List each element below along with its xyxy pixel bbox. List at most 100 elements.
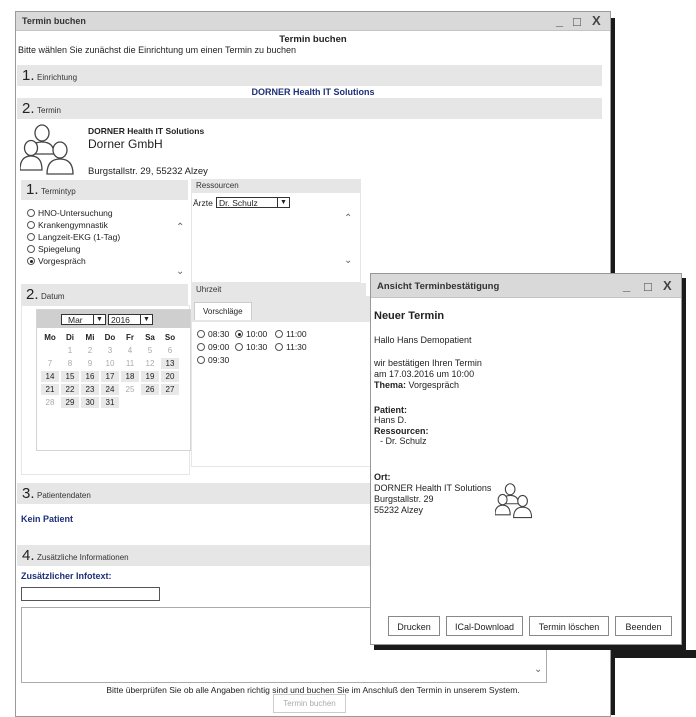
infotext-input[interactable]: [21, 587, 160, 601]
weekday-header: Do: [104, 333, 116, 342]
calendar-day-empty: [41, 345, 59, 356]
calendar-day-available[interactable]: 17: [101, 371, 119, 382]
calendar-day-available[interactable]: 31: [101, 397, 119, 408]
radio-icon: [27, 221, 35, 229]
scroll-up-icon[interactable]: ⌃: [344, 213, 352, 224]
time-slot[interactable]: 10:30: [235, 341, 275, 353]
radio-icon: [275, 343, 283, 351]
time-slot[interactable]: 09:30: [197, 354, 229, 366]
calendar-day-available[interactable]: 23: [81, 384, 99, 395]
calendar-day-empty: [161, 397, 179, 408]
time-slot[interactable]: 09:00: [197, 341, 235, 353]
titlebar: Termin buchen _ □ X: [16, 12, 610, 31]
aerzte-select[interactable]: Dr. Schulz ▼: [216, 197, 290, 208]
dialog-heading: Neuer Termin: [374, 310, 445, 322]
scroll-down-icon[interactable]: ⌄: [344, 255, 352, 266]
year-select[interactable]: 2016 ▼: [108, 314, 153, 325]
ressourcen-panel: Ärzte Dr. Schulz ▼ ⌃ ⌄: [191, 192, 361, 283]
minimize-button[interactable]: _: [556, 13, 563, 28]
calendar-day-empty: [141, 397, 159, 408]
section-termin-bar: 2. Termin: [17, 98, 602, 119]
dialog-shadow-extension: [602, 650, 696, 658]
scroll-up-icon[interactable]: ⌃: [176, 222, 184, 233]
month-select[interactable]: Mar ▼: [61, 314, 106, 325]
dialog-thema: Thema: Vorgespräch: [374, 380, 460, 390]
facility-name: Dorner GmbH: [88, 137, 163, 151]
patient-status: Kein Patient: [21, 514, 74, 524]
calendar-day-available[interactable]: 14: [41, 371, 59, 382]
calendar-day-disabled: 8: [67, 359, 73, 368]
maximize-button[interactable]: □: [573, 14, 581, 29]
time-slot[interactable]: 11:00: [275, 328, 315, 340]
aerzte-label: Ärzte: [193, 198, 213, 208]
section-label: Patientendaten: [37, 491, 91, 500]
uhrzeit-bar: Uhrzeit: [191, 283, 366, 296]
close-button[interactable]: X: [592, 13, 601, 28]
time-slot[interactable]: 10:00: [235, 328, 275, 340]
radio-icon: [27, 209, 35, 217]
section-label: Termin: [37, 106, 62, 115]
calendar-day-available[interactable]: 22: [61, 384, 79, 395]
ressourcen-bar: Ressourcen: [191, 179, 361, 192]
calendar-day-disabled: 28: [45, 398, 55, 407]
section-einrichtung-bar: 1. Einrichtung: [17, 65, 602, 86]
termintyp-option[interactable]: Vorgespräch: [27, 255, 120, 267]
radio-icon: [27, 233, 35, 241]
dialog-patient-label: Patient:: [374, 405, 408, 415]
weekday-header: Di: [66, 333, 74, 342]
calendar-day-available[interactable]: 24: [101, 384, 119, 395]
calendar-day-available[interactable]: 29: [61, 397, 79, 408]
dialog-title: Ansicht Terminbestätigung: [377, 281, 500, 292]
dialog-ressourcen-label: Ressourcen:: [374, 426, 429, 436]
dialog-maximize-button[interactable]: □: [644, 279, 652, 294]
termintyp-option[interactable]: Langzeit-EKG (1-Tag): [27, 231, 120, 243]
delete-appointment-button[interactable]: Termin löschen: [529, 616, 609, 636]
dropdown-arrow-icon: ▼: [93, 315, 105, 324]
calendar-day-available[interactable]: 13: [161, 358, 179, 369]
calendar-day-available[interactable]: 26: [141, 384, 159, 395]
window-title: Termin buchen: [22, 16, 86, 26]
termintyp-option[interactable]: Spiegelung: [27, 243, 120, 255]
dropdown-arrow-icon: ▼: [277, 198, 289, 207]
book-button[interactable]: Termin buchen: [273, 694, 346, 713]
calendar-day-disabled: 7: [47, 359, 53, 368]
calendar-day-available[interactable]: 27: [161, 384, 179, 395]
dialog-close-button[interactable]: X: [663, 278, 672, 293]
time-slot[interactable]: 11:30: [275, 341, 315, 353]
calendar-day-available[interactable]: 20: [161, 371, 179, 382]
calendar-day-available[interactable]: 15: [61, 371, 79, 382]
uhrzeit-panel: 08:30 10:00 11:00 09:00 10:30 11:30 09:3…: [191, 321, 373, 467]
infotext-label: Zusätzlicher Infotext:: [21, 571, 112, 581]
scroll-down-icon[interactable]: ⌄: [176, 266, 184, 277]
calendar: Mar ▼ 2016 ▼ Mo Di Mi Do Fr Sa So 1 2 3 4 5 6 7 8 9 10 1…: [36, 309, 191, 451]
radio-icon: [27, 245, 35, 253]
dialog-patient-value: Hans D.: [374, 415, 407, 425]
radio-icon: [197, 356, 205, 364]
time-slot[interactable]: 08:30: [197, 328, 235, 340]
scroll-down-icon[interactable]: ⌄: [534, 664, 542, 675]
calendar-day-disabled: 3: [107, 346, 113, 355]
calendar-day-disabled: 6: [167, 346, 173, 355]
dialog-ressourcen-value: - Dr. Schulz: [380, 436, 427, 446]
calendar-day-disabled: 4: [127, 346, 133, 355]
dialog-ort-label: Ort:: [374, 472, 391, 482]
tab-vorschlaege[interactable]: Vorschläge: [194, 302, 252, 320]
calendar-day-available[interactable]: 16: [81, 371, 99, 382]
print-button[interactable]: Drucken: [388, 616, 440, 636]
termintyp-option[interactable]: HNO-Untersuchung: [27, 207, 120, 219]
termintyp-bar: 1. Termintyp: [21, 180, 188, 200]
calendar-day-available[interactable]: 19: [141, 371, 159, 382]
termintyp-option[interactable]: Krankengymnastik: [27, 219, 120, 231]
radio-icon: [197, 343, 205, 351]
dialog-minimize-button[interactable]: _: [623, 278, 630, 293]
calendar-day-available[interactable]: 18: [121, 371, 139, 382]
ical-download-button[interactable]: ICal-Download: [446, 616, 523, 636]
weekday-header: Fr: [126, 333, 134, 342]
section-number: 1.: [22, 67, 35, 84]
close-dialog-button[interactable]: Beenden: [615, 616, 672, 636]
facility-name-bold: DORNER Health IT Solutions: [88, 126, 205, 136]
calendar-day-available[interactable]: 30: [81, 397, 99, 408]
calendar-day-available[interactable]: 21: [41, 384, 59, 395]
facility-selected[interactable]: DORNER Health IT Solutions: [16, 87, 610, 97]
calendar-header: Mar ▼ 2016 ▼: [37, 310, 190, 328]
